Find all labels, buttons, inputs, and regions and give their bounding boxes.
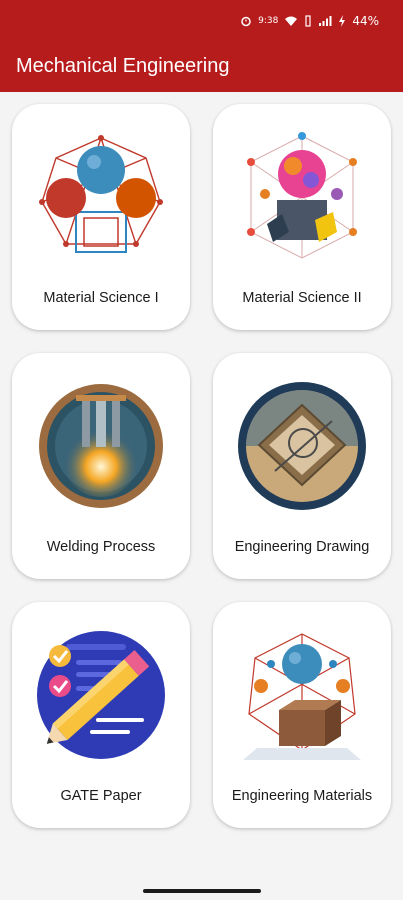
card-label: Engineering Drawing bbox=[234, 539, 370, 555]
molecule-lattice-icon bbox=[39, 135, 163, 253]
pencil-checklist-icon bbox=[37, 631, 165, 759]
welding-icon bbox=[39, 384, 163, 508]
card-welding-process[interactable]: Welding Process bbox=[12, 353, 190, 579]
card-gate-paper[interactable]: GATE Paper bbox=[12, 602, 190, 828]
card-material-science-1[interactable]: Material Science I bbox=[12, 104, 190, 330]
navigation-bar bbox=[0, 876, 403, 900]
card-label: Material Science II bbox=[242, 290, 362, 306]
page-title: Mechanical Engineering bbox=[16, 55, 230, 77]
wifi-icon bbox=[285, 16, 298, 26]
card-label: Engineering Materials bbox=[231, 788, 373, 804]
card-label: Material Science I bbox=[43, 290, 159, 306]
home-gesture-handle[interactable] bbox=[143, 889, 261, 893]
crystal-lattice-icon bbox=[247, 132, 357, 259]
card-engineering-materials[interactable]: Engineering Materials bbox=[213, 602, 391, 828]
alarm-icon bbox=[241, 16, 251, 27]
battery-percent: 44% bbox=[352, 14, 379, 28]
app-bar: Mechanical Engineering bbox=[0, 44, 403, 92]
status-bar: 9:38 44% bbox=[0, 0, 403, 44]
vibrate-icon bbox=[305, 15, 311, 27]
materials-structure-icon bbox=[243, 633, 361, 760]
signal-icon bbox=[319, 16, 332, 26]
status-time: 9:38 bbox=[258, 16, 279, 26]
status-icons: 9:38 44% bbox=[240, 14, 379, 28]
drafting-tools-icon bbox=[238, 382, 366, 510]
battery-charging-icon bbox=[339, 15, 346, 27]
card-label: GATE Paper bbox=[60, 788, 142, 804]
card-material-science-2[interactable]: Material Science II bbox=[213, 104, 391, 330]
card-engineering-drawing[interactable]: Engineering Drawing bbox=[213, 353, 391, 579]
card-label: Welding Process bbox=[46, 539, 156, 555]
